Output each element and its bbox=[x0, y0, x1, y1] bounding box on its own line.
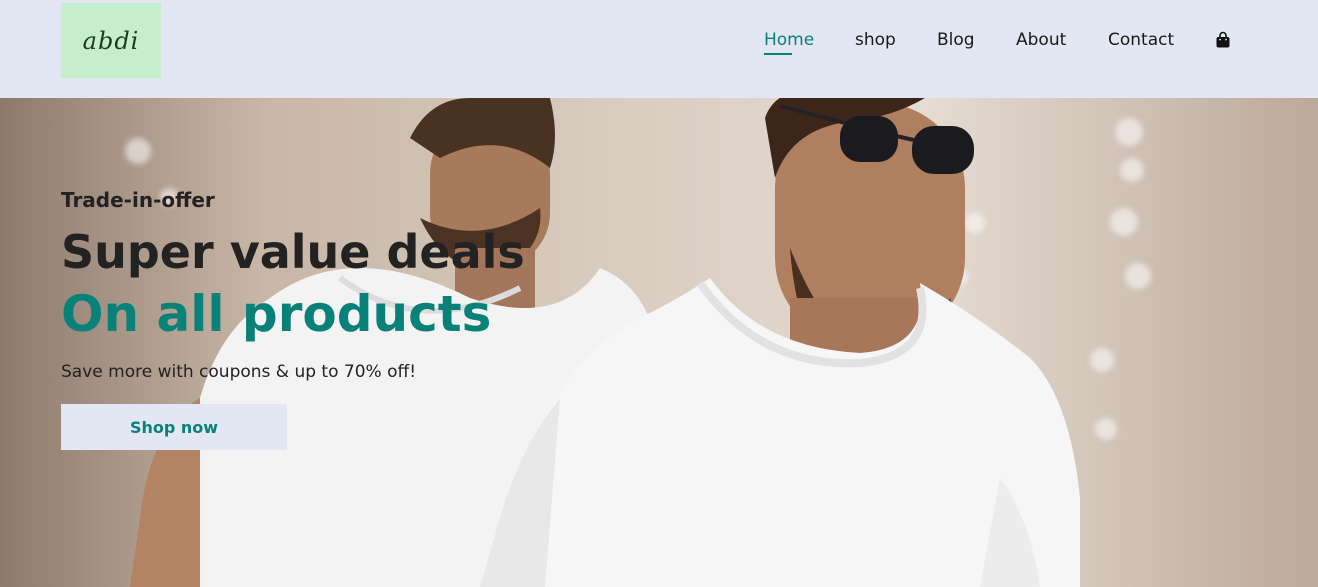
hero-highlight: On all products bbox=[61, 285, 492, 343]
nav-active-underline bbox=[764, 53, 792, 55]
nav-item-home[interactable]: Home bbox=[764, 28, 814, 52]
hero-pretitle: Trade-in-offer bbox=[61, 188, 215, 212]
hero-subtitle: Save more with coupons & up to 70% off! bbox=[61, 362, 417, 382]
nav-item-contact[interactable]: Contact bbox=[1108, 28, 1174, 52]
nav-item-about[interactable]: About bbox=[1016, 28, 1066, 52]
hero-banner: Trade-in-offer Super value deals On all … bbox=[0, 98, 1318, 587]
nav-item-blog[interactable]: Blog bbox=[937, 28, 975, 52]
site-logo[interactable]: abdi bbox=[61, 3, 161, 78]
logo-text: abdi bbox=[82, 26, 140, 55]
site-header: abdi Home shop Blog About Contact bbox=[0, 0, 1318, 98]
hero-title: Super value deals bbox=[61, 225, 525, 279]
nav-item-shop[interactable]: shop bbox=[855, 28, 896, 52]
shop-now-button[interactable]: Shop now bbox=[61, 404, 287, 450]
hero-text-block: Trade-in-offer Super value deals On all … bbox=[61, 98, 661, 587]
shopping-bag-icon[interactable] bbox=[1215, 31, 1231, 49]
